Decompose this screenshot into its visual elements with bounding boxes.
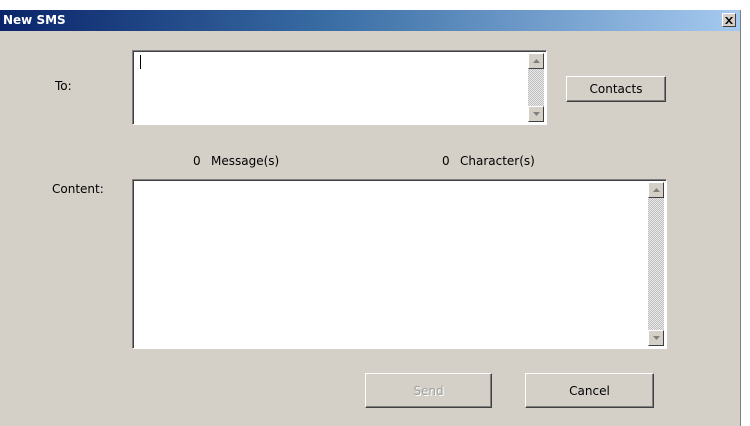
- to-label: To:: [55, 79, 72, 93]
- arrow-up-icon: [652, 188, 660, 192]
- content-scrollbar[interactable]: [648, 182, 664, 346]
- close-icon: [725, 16, 733, 24]
- character-count: 0: [442, 154, 450, 168]
- title-bar[interactable]: New SMS: [0, 10, 740, 31]
- cancel-button[interactable]: Cancel: [525, 373, 654, 408]
- message-count-label: Message(s): [211, 154, 280, 168]
- arrow-up-icon: [532, 59, 540, 63]
- window-title: New SMS: [3, 13, 66, 27]
- to-scrollbar[interactable]: [528, 53, 544, 122]
- character-count-label: Character(s): [460, 154, 535, 168]
- to-field[interactable]: [132, 50, 547, 125]
- to-input[interactable]: [137, 53, 523, 121]
- message-count: 0: [193, 154, 201, 168]
- close-button[interactable]: [722, 13, 736, 27]
- content-scroll-up-button[interactable]: [648, 182, 664, 198]
- to-scroll-down-button[interactable]: [528, 106, 544, 122]
- content-field[interactable]: [132, 179, 667, 349]
- contacts-button[interactable]: Contacts: [566, 76, 666, 102]
- text-caret: [140, 55, 141, 69]
- to-scroll-up-button[interactable]: [528, 53, 544, 69]
- content-scroll-down-button[interactable]: [648, 330, 664, 346]
- new-sms-dialog: New SMS To: Contacts 0 Message(s) 0 Char…: [0, 10, 741, 426]
- send-button[interactable]: Send: [365, 373, 492, 408]
- arrow-down-icon: [652, 336, 660, 340]
- content-label: Content:: [52, 182, 104, 196]
- arrow-down-icon: [532, 112, 540, 116]
- content-input[interactable]: [137, 182, 643, 346]
